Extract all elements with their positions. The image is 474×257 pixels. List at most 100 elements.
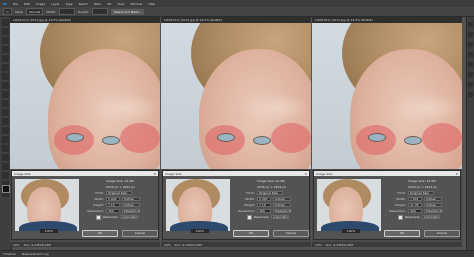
photo-canvas[interactable] [10,23,160,169]
select-and-mask-button[interactable]: Select and Mask... [110,8,145,15]
marquee-tool-icon[interactable]: ▭ [3,8,12,15]
width-input[interactable]: 5.000 [106,197,120,201]
width-input[interactable]: 7.901 [408,197,422,201]
ok-button[interactable]: OK [233,230,269,237]
resolution-unit-select[interactable]: Pixels/Inch [424,209,442,213]
preview-thumbnail[interactable] [166,179,230,231]
zoom-level[interactable]: 19% [164,243,171,247]
lasso-tool-icon[interactable] [2,37,9,44]
layers-panel-icon[interactable] [468,52,473,57]
gradient-tool-icon[interactable] [2,118,9,125]
height-input[interactable]: 11.35 [408,203,422,207]
style-select[interactable]: Normal [26,8,44,15]
shape-tool-icon[interactable] [2,172,9,179]
timeline-tab[interactable]: Timeline [3,252,16,256]
ok-button[interactable]: OK [82,230,118,237]
preview-thumbnail[interactable] [15,179,79,231]
menu-window[interactable]: Window [131,2,143,6]
brush-tool-icon[interactable] [2,82,9,89]
cancel-button[interactable]: Cancel [424,230,460,237]
type-tool-icon[interactable] [2,154,9,161]
resolution-label: Resolution: [389,209,406,213]
width-unit-select[interactable]: Inches [273,197,291,201]
preview-thumbnail[interactable] [317,179,381,231]
crop-tool-icon[interactable] [2,55,9,62]
height-input[interactable]: 7.19 [106,203,120,207]
pen-tool-icon[interactable] [2,145,9,152]
width-unit-select[interactable]: Inches [424,197,442,201]
measurement-log-tab[interactable]: Measurement Log [22,252,49,256]
blur-tool-icon[interactable] [2,127,9,134]
menu-select[interactable]: Select [78,2,87,6]
properties-panel-icon[interactable] [468,82,473,87]
marquee-tool-icon[interactable] [2,28,9,35]
resolution-label: Resolution: [238,209,255,213]
menu-view[interactable]: View [117,2,124,6]
menu-layer[interactable]: Layer [51,2,59,6]
resample-select[interactable]: Automatic [119,215,138,219]
adjustments-panel-icon[interactable] [468,42,473,47]
resolution-input[interactable]: 300 [106,209,120,213]
photo-canvas[interactable] [161,23,311,169]
menu-image[interactable]: Image [36,2,45,6]
ok-button[interactable]: OK [384,230,420,237]
close-icon[interactable]: ✕ [153,172,156,176]
width-input[interactable]: 5.000 [257,197,271,201]
move-tool-icon[interactable] [2,19,9,26]
menu-filter[interactable]: Filter [94,2,101,6]
preview-zoom[interactable]: 100% [40,229,58,233]
menu-3d[interactable]: 3D [107,2,111,6]
eraser-tool-icon[interactable] [2,109,9,116]
width-input[interactable] [58,8,75,15]
eyedropper-tool-icon[interactable] [2,64,9,71]
cancel-button[interactable]: Cancel [273,230,309,237]
history-brush-tool-icon[interactable] [2,100,9,107]
close-icon[interactable]: ✕ [455,172,458,176]
clone-stamp-tool-icon[interactable] [2,91,9,98]
doc-info: Doc: 9.23M/9.23M [325,242,353,247]
color-panel-icon[interactable] [468,22,473,27]
height-input[interactable]: 7.19 [257,203,271,207]
history-panel-icon[interactable] [468,92,473,97]
ps-logo[interactable]: Ps [3,2,7,6]
dodge-tool-icon[interactable] [2,136,9,143]
right-panel-dock [466,17,474,250]
resample-checkbox[interactable] [247,214,252,220]
channels-panel-icon[interactable] [468,62,473,67]
resolution-unit-select[interactable]: Pixels/Inch [122,209,140,213]
fit-to-select[interactable]: Original Size [106,191,132,195]
foreground-color-swatch[interactable] [2,185,10,193]
resolution-unit-select[interactable]: Pixels/Inch [273,209,291,213]
resolution-input[interactable]: 300 [257,209,271,213]
resolution-input[interactable]: 300 [408,209,422,213]
height-unit-select[interactable]: Inches [273,203,291,207]
menu-edit[interactable]: Edit [24,2,30,6]
path-select-tool-icon[interactable] [2,163,9,170]
height-unit-select[interactable]: Inches [424,203,442,207]
resample-checkbox[interactable] [96,214,101,220]
swatches-panel-icon[interactable] [468,32,473,37]
quick-select-tool-icon[interactable] [2,46,9,53]
fit-to-select[interactable]: Original Size [408,191,434,195]
fit-to-select[interactable]: Original Size [257,191,283,195]
height-unit-select[interactable]: Inches [122,203,140,207]
menu-help[interactable]: Help [148,2,155,6]
menu-file[interactable]: File [13,2,18,6]
dialog-title: Image Size [316,171,333,176]
paths-panel-icon[interactable] [468,72,473,77]
width-unit-select[interactable]: Inches [122,197,140,201]
preview-zoom[interactable]: 100% [191,229,209,233]
resample-checkbox[interactable] [398,214,403,220]
resample-select[interactable]: Automatic [270,215,289,219]
cancel-button[interactable]: Cancel [122,230,158,237]
preview-zoom[interactable]: 100% [342,229,360,233]
zoom-level[interactable]: 19% [315,243,322,247]
height-label: Height: [244,203,255,207]
resample-select[interactable]: Automatic [421,215,440,219]
height-input[interactable] [91,8,108,15]
zoom-level[interactable]: 19% [13,243,20,247]
close-icon[interactable]: ✕ [304,172,307,176]
photo-canvas[interactable] [312,23,462,169]
healing-tool-icon[interactable] [2,73,9,80]
menu-type[interactable]: Type [66,2,73,6]
